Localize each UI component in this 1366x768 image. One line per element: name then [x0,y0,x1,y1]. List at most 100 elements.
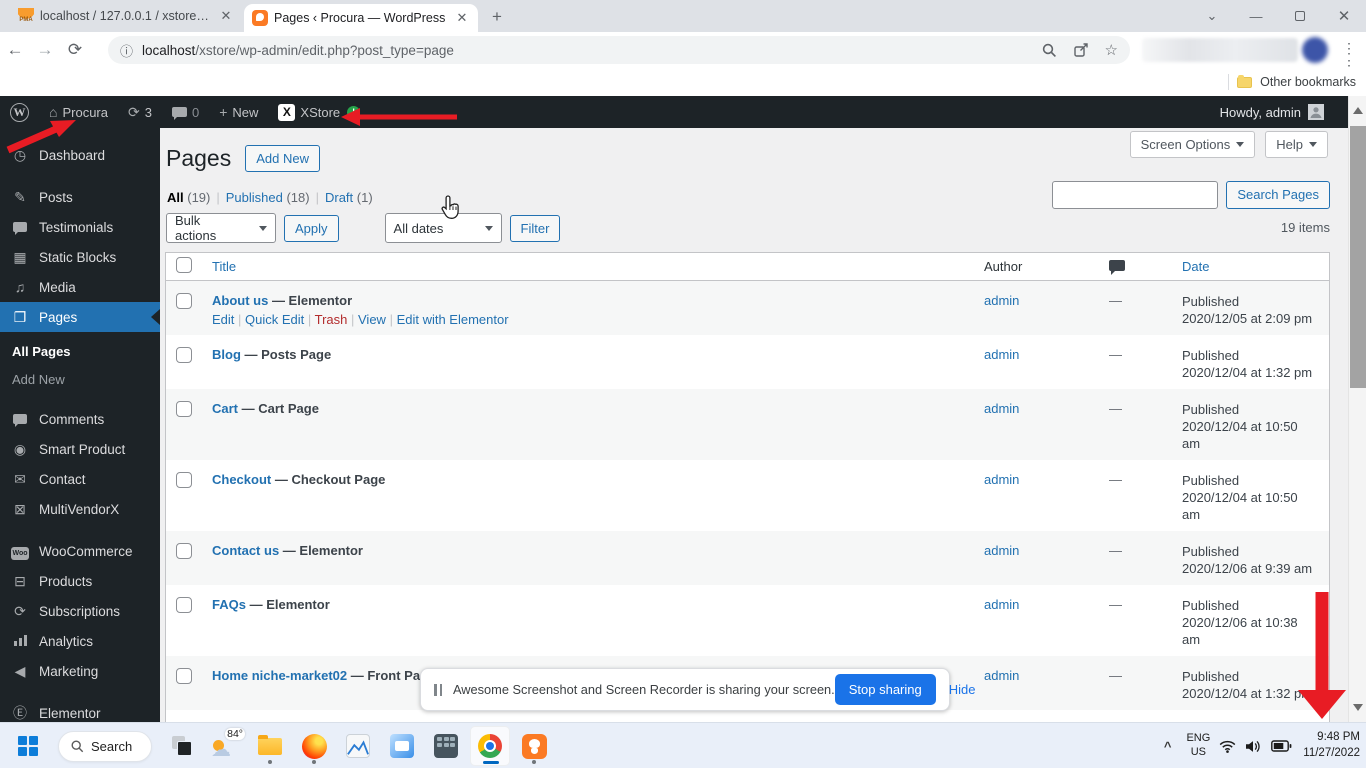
row-action-trash[interactable]: Trash [315,312,348,327]
page-title-link[interactable]: Checkout [212,472,271,487]
clock[interactable]: 9:48 PM11/27/2022 [1303,730,1360,761]
language-switcher[interactable]: ENGUS [1186,732,1210,760]
battery-icon[interactable] [1271,740,1292,752]
scrollbar-thumb[interactable] [1350,126,1366,388]
page-title-link[interactable]: FAQs [212,597,246,612]
author-link[interactable]: admin [984,668,1019,683]
other-bookmarks[interactable]: Other bookmarks [1260,75,1356,89]
sidebar-item-woocommerce[interactable]: WooWooCommerce [0,536,160,566]
author-link[interactable]: admin [984,472,1019,487]
sidebar-subitem-add-new[interactable]: Add New [0,366,160,394]
updates-menu[interactable]: ⟳3 [118,96,162,128]
row-action-view[interactable]: View [358,312,386,327]
scroll-down-icon[interactable] [1353,704,1363,716]
chrome-button[interactable] [470,726,510,766]
tab-close-icon[interactable]: ✕ [454,10,470,26]
sidebar-item-pages[interactable]: ❐Pages [0,302,160,332]
column-header-title[interactable]: Title [202,253,974,280]
help-button[interactable]: Help [1265,131,1328,158]
page-title-link[interactable]: Blog [212,347,241,362]
url-text[interactable]: localhost/xstore/wp-admin/edit.php?post_… [142,43,1026,58]
volume-icon[interactable] [1245,740,1262,753]
select-all-checkbox[interactable] [176,257,192,273]
tab-close-icon[interactable]: ✕ [218,8,234,24]
back-button[interactable]: ← [0,40,30,60]
dates-filter-select[interactable]: All dates [385,213,502,243]
row-action-edit[interactable]: Edit [212,312,234,327]
tab-phpmyadmin[interactable]: PMA localhost / 127.0.0.1 / xstoredb | ✕ [10,0,242,32]
sidebar-item-marketing[interactable]: ◀Marketing [0,656,160,686]
sidebar-item-testimonials[interactable]: Testimonials [0,212,160,242]
search-pages-button[interactable]: Search Pages [1226,181,1330,209]
row-checkbox[interactable] [176,401,192,417]
sidebar-item-smart-product[interactable]: ◉Smart Product [0,434,160,464]
row-checkbox[interactable] [176,293,192,309]
author-link[interactable]: admin [984,597,1019,612]
reload-button[interactable]: ⟳ [60,40,90,60]
tray-expand-chevron-icon[interactable]: ^ [1158,739,1178,754]
sidebar-item-dashboard[interactable]: ◷Dashboard [0,140,160,170]
author-link[interactable]: admin [984,543,1019,558]
row-checkbox[interactable] [176,347,192,363]
zoom-icon[interactable] [1042,43,1057,58]
row-action-edit-with-elementor[interactable]: Edit with Elementor [397,312,509,327]
sidebar-item-static-blocks[interactable]: ▦Static Blocks [0,242,160,272]
column-header-date[interactable]: Date [1172,253,1329,280]
row-checkbox[interactable] [176,597,192,613]
search-pages-input[interactable] [1052,181,1218,209]
address-bar[interactable]: ⓘ localhost/xstore/wp-admin/edit.php?pos… [108,36,1130,64]
author-link[interactable]: admin [984,347,1019,362]
page-title-link[interactable]: About us [212,293,268,308]
hide-banner-link[interactable]: Hide [949,682,976,697]
view-all[interactable]: All (19) [167,190,210,205]
profile-avatar[interactable] [1302,37,1328,63]
sidebar-item-products[interactable]: ⊟Products [0,566,160,596]
bookmark-star-icon[interactable]: ☆ [1105,41,1118,59]
sidebar-item-posts[interactable]: ✎Posts [0,182,160,212]
sidebar-item-analytics[interactable]: Analytics [0,626,160,656]
photos-app-button[interactable] [338,726,378,766]
xstore-menu[interactable]: XXStore! [268,96,370,128]
minimize-button[interactable]: — [1234,9,1278,24]
my-account-menu[interactable]: Howdy, admin [1220,96,1324,128]
forward-button[interactable]: → [30,40,60,60]
weather-widget[interactable]: ☁ 84° [206,726,246,766]
sidebar-item-comments[interactable]: Comments [0,404,160,434]
browser-scrollbar[interactable] [1348,96,1366,722]
row-checkbox[interactable] [176,472,192,488]
comments-column-icon[interactable] [1109,260,1125,271]
tab-wordpress-pages[interactable]: Pages ‹ Procura — WordPress ✕ [244,4,478,32]
add-new-button[interactable]: Add New [245,145,320,172]
new-content-menu[interactable]: +New [209,96,268,128]
row-action-quick-edit[interactable]: Quick Edit [245,312,304,327]
author-link[interactable]: admin [984,293,1019,308]
task-view-button[interactable] [162,726,202,766]
site-info-icon[interactable]: ⓘ [120,41,133,60]
page-title-link[interactable]: Contact us [212,543,279,558]
sidebar-item-subscriptions[interactable]: ⟳Subscriptions [0,596,160,626]
stop-sharing-button[interactable]: Stop sharing [835,674,936,705]
xampp-button[interactable] [514,726,554,766]
browser-menu-chevron-icon[interactable]: ⌄ [1190,8,1234,24]
sidebar-item-media[interactable]: ♫Media [0,272,160,302]
sidebar-item-contact[interactable]: ✉Contact [0,464,160,494]
sidebar-subitem-all-pages[interactable]: All Pages [0,338,160,366]
new-tab-button[interactable]: + [492,7,502,27]
page-title-link[interactable]: Cart [212,401,238,416]
taskbar-search[interactable]: Search [58,731,152,762]
filter-button[interactable]: Filter [510,215,561,242]
share-icon[interactable] [1073,42,1089,58]
bulk-actions-select[interactable]: Bulk actions [166,213,276,243]
row-checkbox[interactable] [176,668,192,684]
comments-menu[interactable]: 0 [162,96,209,128]
start-button[interactable] [8,726,48,766]
scroll-up-icon[interactable] [1353,102,1363,114]
page-title-link[interactable]: Home niche-market02 [212,668,347,683]
maximize-button[interactable] [1278,9,1322,24]
site-name-menu[interactable]: ⌂Procura [39,96,118,128]
view-published[interactable]: Published (18) [226,190,310,205]
view-draft[interactable]: Draft (1) [325,190,373,205]
calculator-button[interactable] [426,726,466,766]
row-checkbox[interactable] [176,543,192,559]
sidebar-item-elementor[interactable]: ⒺElementor [0,698,160,722]
